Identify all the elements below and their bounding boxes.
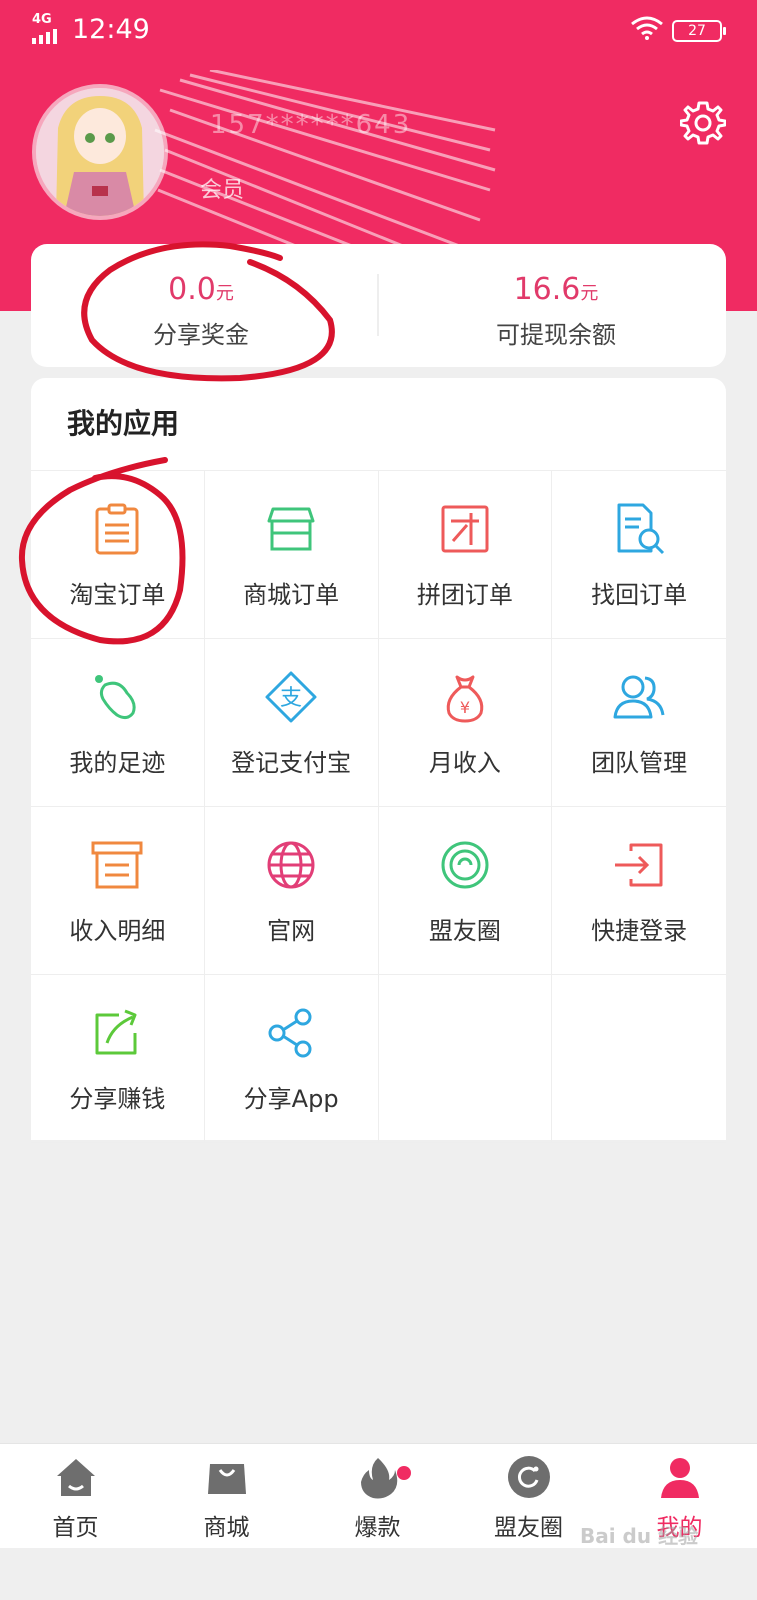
login-icon: [615, 843, 663, 887]
app-team-management[interactable]: 团队管理: [552, 639, 726, 807]
app-group-orders[interactable]: 拼团订单: [378, 471, 553, 639]
notification-dot: [397, 1466, 411, 1480]
circle-target-icon: [441, 841, 489, 889]
battery-level: 27: [688, 23, 706, 39]
archive-box-icon: [91, 841, 143, 889]
apps-grid: 淘宝订单 商城订单 拼团订单 找回订单 我的足迹 支 登记支付宝 ¥ 月收入 团…: [31, 470, 726, 1143]
clipboard-icon: [95, 503, 139, 555]
app-label: 找回订单: [591, 581, 688, 609]
app-mall-orders[interactable]: 商城订单: [204, 471, 379, 639]
app-label: 商城订单: [243, 581, 340, 609]
app-label: 月收入: [428, 749, 501, 777]
nav-label: 商城: [203, 1515, 250, 1541]
app-share-earn[interactable]: 分享赚钱: [31, 975, 205, 1143]
app-official-site[interactable]: 官网: [204, 807, 379, 975]
redaction-scribble: [154, 70, 496, 270]
app-monthly-income[interactable]: ¥ 月收入: [378, 639, 553, 807]
withdrawable-label: 可提现余额: [496, 321, 616, 349]
withdrawable-unit: 元: [580, 283, 599, 304]
app-empty-slot: [378, 975, 553, 1143]
app-label: 淘宝订单: [69, 581, 166, 609]
wifi-icon: [631, 16, 663, 40]
share-bonus-value: 0.0: [168, 272, 216, 307]
status-time: 12:49: [72, 14, 150, 45]
nav-item-home[interactable]: 首页: [0, 1444, 151, 1549]
app-income-details[interactable]: 收入明细: [31, 807, 205, 975]
group-buy-icon: [441, 505, 489, 553]
share-bonus[interactable]: 0.0元 分享奖金: [31, 244, 371, 367]
signal-icon: 4G: [32, 12, 64, 44]
system-bar: [0, 1548, 757, 1600]
app-empty-slot: [552, 975, 726, 1143]
app-share-app[interactable]: 分享App: [204, 975, 379, 1143]
svg-text:支: 支: [280, 686, 302, 711]
nav-label: 爆款: [354, 1515, 401, 1541]
nav-item-mall[interactable]: 商城: [151, 1444, 302, 1549]
share-arrow-icon: [95, 1009, 137, 1055]
app-retrieve-orders[interactable]: 找回订单: [552, 471, 726, 639]
share-bonus-label: 分享奖金: [153, 321, 249, 349]
app-label: 团队管理: [591, 749, 688, 777]
person-icon: [660, 1458, 699, 1498]
withdrawable-balance[interactable]: 16.6元 可提现余额: [386, 244, 726, 367]
store-icon: [267, 507, 315, 551]
money-bag-icon: ¥: [446, 675, 484, 723]
app-ally-circle[interactable]: 盟友圈: [378, 807, 553, 975]
network-type: 4G: [32, 12, 52, 27]
share-bonus-unit: 元: [215, 283, 234, 304]
share-nodes-icon: [268, 1008, 312, 1058]
withdrawable-value: 16.6: [513, 272, 581, 307]
battery-icon: 27: [672, 20, 726, 42]
nav-label: 首页: [52, 1515, 99, 1541]
app-label: 官网: [267, 917, 316, 945]
watermark: Bai du 经验: [580, 1524, 699, 1548]
app-label: 收入明细: [69, 917, 166, 945]
app-register-alipay[interactable]: 支 登记支付宝: [204, 639, 379, 807]
footprint-icon: [95, 675, 136, 720]
gear-icon[interactable]: [680, 100, 726, 146]
balance-card: 0.0元 分享奖金 16.6元 可提现余额: [31, 244, 726, 367]
avatar[interactable]: [32, 84, 168, 220]
app-label: 分享App: [243, 1085, 339, 1113]
globe-icon: [267, 841, 315, 889]
home-icon: [56, 1459, 95, 1496]
app-footprints[interactable]: 我的足迹: [31, 639, 205, 807]
flame-icon: [360, 1458, 397, 1499]
section-title: 我的应用: [67, 407, 180, 440]
app-label: 拼团订单: [416, 581, 513, 609]
circle-icon: [507, 1456, 550, 1498]
status-bar: 4G 12:49 27: [0, 0, 757, 60]
app-label: 快捷登录: [591, 917, 688, 945]
avatar-image: [36, 88, 164, 216]
app-label: 分享赚钱: [69, 1085, 166, 1113]
svg-text:¥: ¥: [460, 698, 470, 717]
alipay-icon: 支: [265, 671, 317, 723]
app-label: 登记支付宝: [231, 749, 352, 777]
app-quick-login[interactable]: 快捷登录: [552, 807, 726, 975]
my-apps-section: 我的应用 淘宝订单 商城订单 拼团订单 找回订单 我的足迹 支 登记支付宝 ¥ …: [31, 378, 726, 1143]
nav-item-hot[interactable]: 爆款: [302, 1444, 453, 1549]
divider: [377, 274, 379, 336]
app-taobao-orders[interactable]: 淘宝订单: [31, 471, 205, 639]
shopping-bag-icon: [207, 1464, 246, 1494]
document-search-icon: [617, 503, 665, 555]
app-label: 我的足迹: [69, 749, 166, 777]
team-icon: [613, 675, 665, 719]
app-label: 盟友圈: [428, 917, 501, 945]
